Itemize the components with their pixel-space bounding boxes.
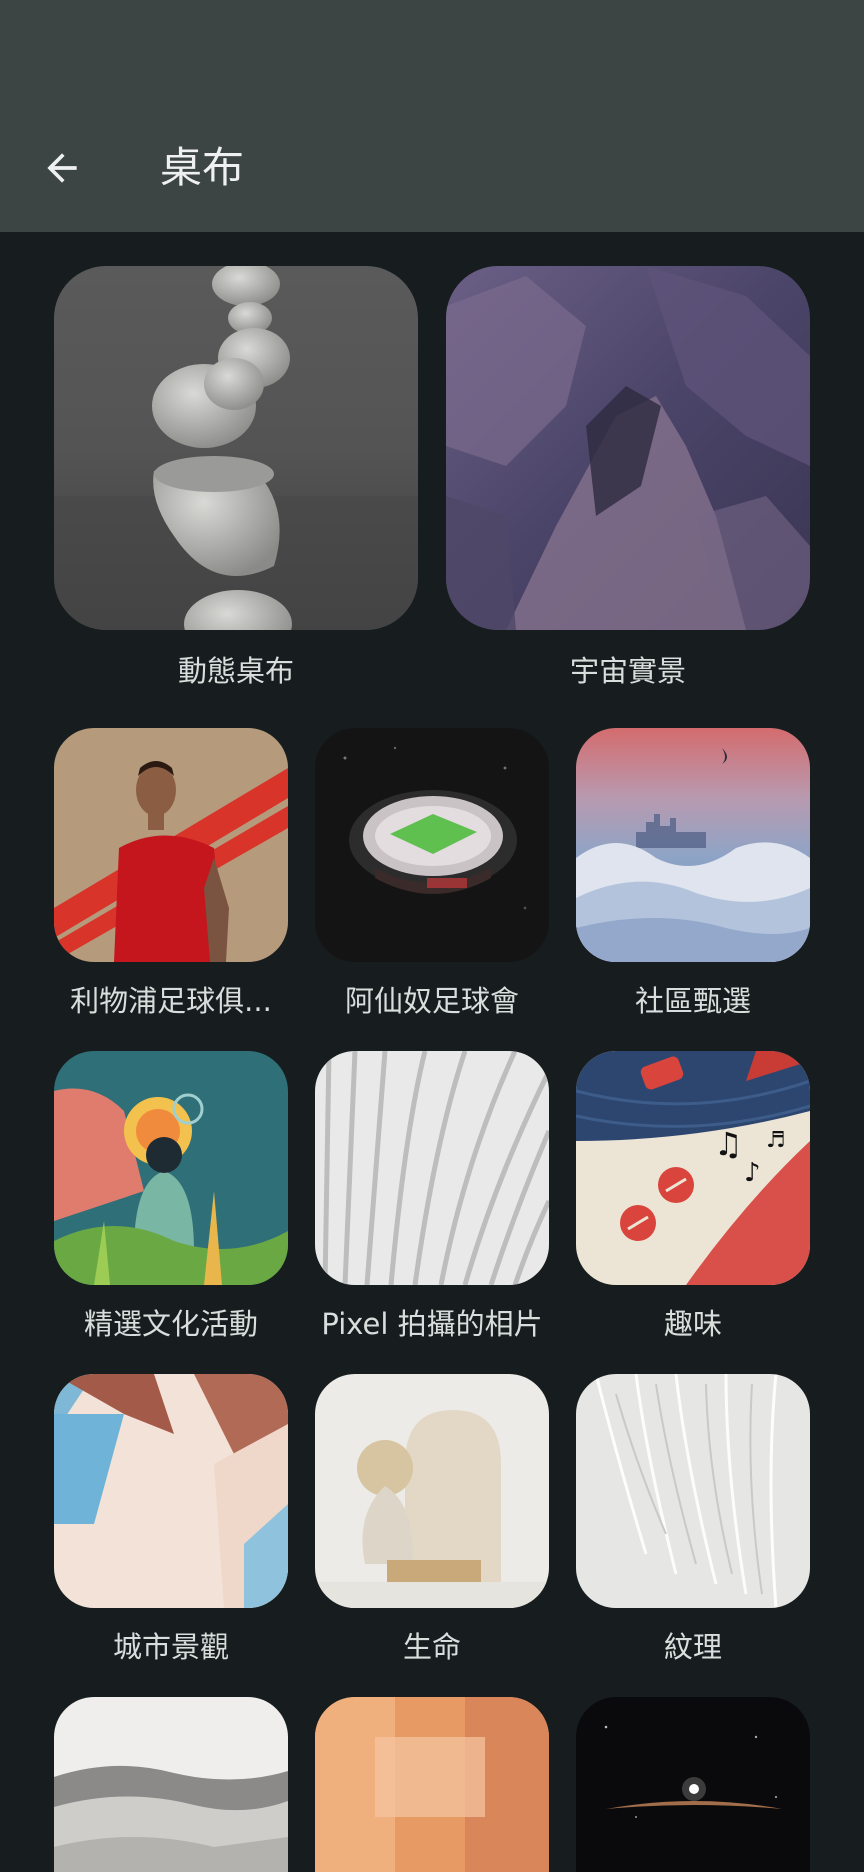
category-label: Pixel 拍攝的相片 [321,1307,543,1341]
page-title: 桌布 [160,143,245,192]
category-label: 趣味 [663,1307,722,1341]
svg-text:♪: ♪ [744,1158,761,1188]
liverpool-player-image [54,728,288,962]
white-feather-image [576,1374,810,1608]
category-label: 社區甄選 [634,984,751,1018]
wallpaper-category-grid: 動態桌布 宇宙實景 利物浦足球俱... 阿仙奴足球會 社區甄選 精選文化活動 P… [0,232,864,1872]
category-label: 阿仙奴足球會 [344,984,519,1018]
fog-skyline-image [576,728,810,962]
stacked-stones-image [54,266,418,630]
category-label: 紋理 [663,1630,722,1664]
stone-arch-still-life-image [315,1374,549,1608]
record-player-image: ♫ ♪ ♬ [576,1051,810,1285]
white-architecture-image [315,1051,549,1285]
svg-text:♬: ♬ [766,1128,786,1153]
back-button[interactable] [34,140,90,196]
category-label: 精選文化活動 [83,1307,258,1341]
svg-text:♫: ♫ [714,1125,743,1163]
category-label: 宇宙實景 [569,654,686,688]
space-horizon-image [576,1697,810,1872]
category-label: 城市景觀 [112,1630,229,1664]
category-label: 利物浦足球俱... [70,984,272,1018]
stadium-night-image [315,728,549,962]
sand-dunes-image [54,1697,288,1872]
arrow-back-icon [47,153,77,183]
category-label: 生命 [402,1630,461,1664]
category-label: 動態桌布 [177,654,294,688]
pastel-building-image [54,1374,288,1608]
canyon-cliff-image [446,266,810,630]
top-app-bar: 桌布 [0,0,864,232]
illustration-person-image [54,1051,288,1285]
orange-abstract-image [315,1697,549,1872]
